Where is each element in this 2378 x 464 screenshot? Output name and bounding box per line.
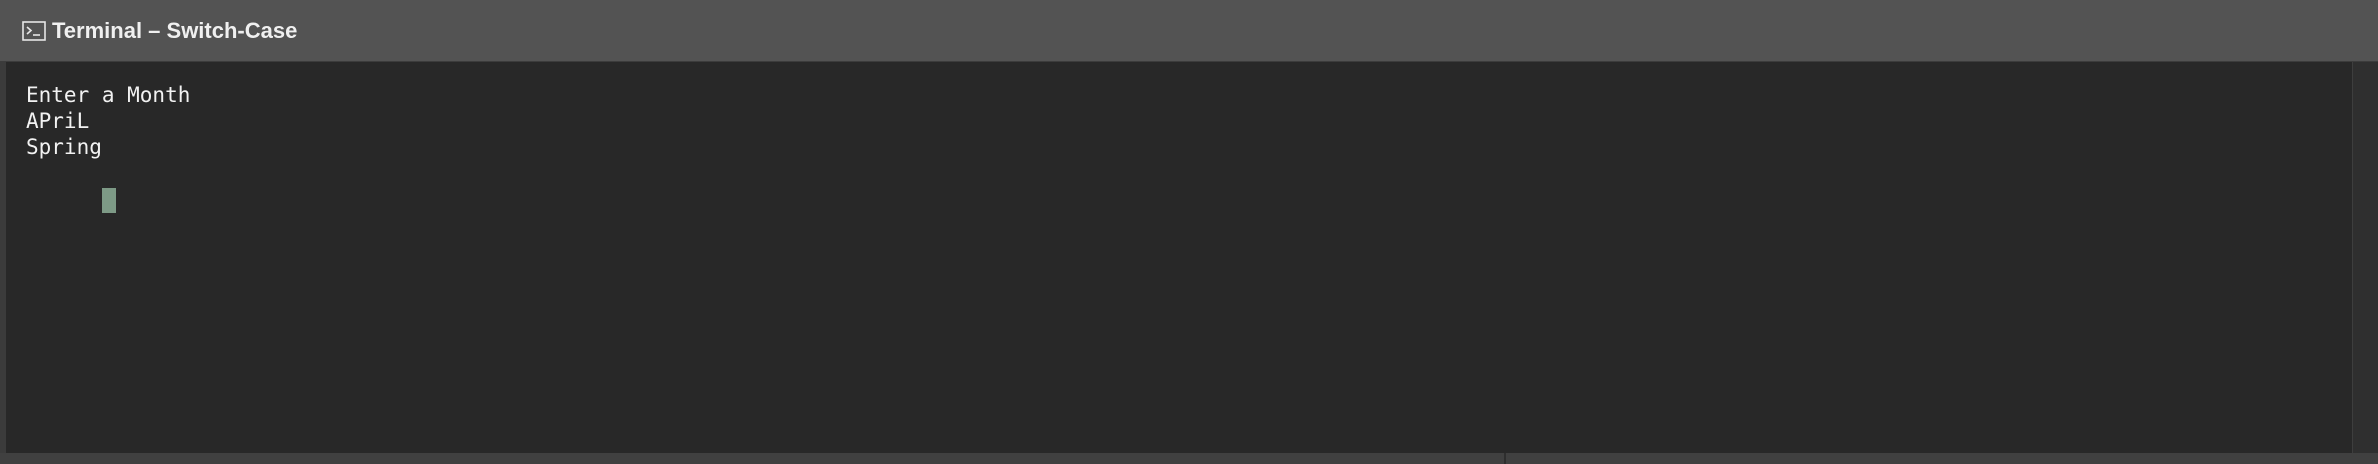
- terminal-window: Terminal – Switch-Case Enter a Month APr…: [0, 0, 2378, 464]
- terminal-line: APriL: [26, 109, 90, 133]
- bottom-divider: [1504, 453, 1506, 464]
- terminal-output[interactable]: Enter a Month APriL Spring: [6, 62, 2352, 453]
- title-bar[interactable]: Terminal – Switch-Case: [0, 0, 2378, 62]
- window-title: Terminal – Switch-Case: [52, 17, 298, 43]
- terminal-icon: [22, 20, 46, 41]
- text-cursor: [101, 188, 116, 213]
- bottom-scroll-bar[interactable]: [0, 453, 2378, 464]
- vertical-scrollbar[interactable]: [2352, 62, 2378, 453]
- terminal-line: Enter a Month: [26, 83, 191, 107]
- terminal-input-line[interactable]: [26, 160, 2352, 213]
- terminal-line: Spring: [26, 135, 102, 159]
